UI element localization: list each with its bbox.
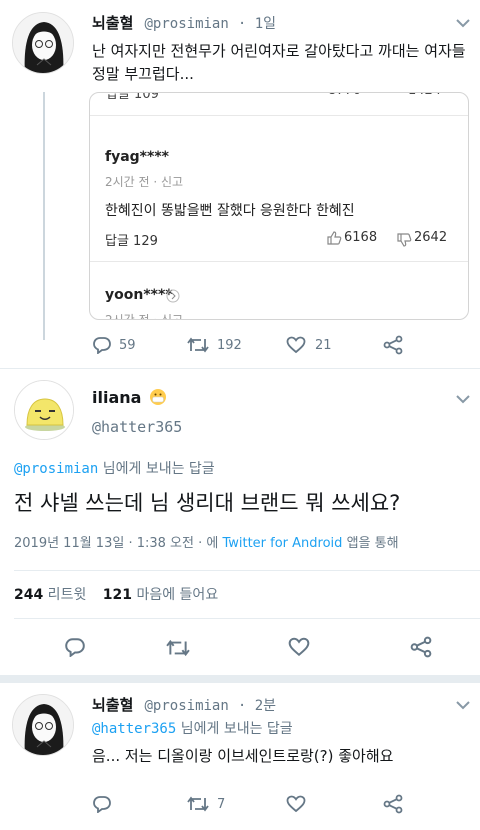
share-icon[interactable] xyxy=(383,335,403,355)
author-handle[interactable]: @prosimian xyxy=(145,698,229,714)
comment-divider xyxy=(90,115,468,116)
tweet-text: 음... 저는 디올이랑 이브세인트로랑(?) 좋아해요 xyxy=(92,747,394,765)
reply-icon[interactable] xyxy=(64,637,86,657)
avatar-illustration xyxy=(13,13,73,73)
heart-icon[interactable] xyxy=(288,637,310,657)
tweet-text-line: 난 여자지만 전현무가 어린여자로 갈아탔다고 까대는 여자들 xyxy=(92,42,466,60)
reply-count-cut: 답글 109 xyxy=(106,92,159,102)
chevron-down-icon[interactable] xyxy=(454,392,472,406)
avatar-illustration xyxy=(15,381,73,439)
thread-line xyxy=(43,92,45,340)
share-icon[interactable] xyxy=(410,636,432,658)
reply-to-link[interactable]: @hatter365 xyxy=(92,721,176,737)
retweet-icon[interactable] xyxy=(187,796,209,812)
divider xyxy=(0,368,480,369)
comment-user: yoon**** xyxy=(105,287,173,303)
engagement-stats: 244 리트윗 121 마음에 들어요 xyxy=(14,584,218,604)
reply-context: @prosimian 님에게 보내는 답글 xyxy=(14,461,215,477)
comment-meta: 2시간 전 · 신고 xyxy=(105,175,184,189)
tweet-time[interactable]: · 2분 xyxy=(238,698,276,714)
like-count: 21 xyxy=(315,338,332,353)
retweets-stat[interactable]: 244 리트윗 xyxy=(14,587,86,603)
comment-meta: 2시간 전 · 신고 xyxy=(105,313,184,320)
reply-icon[interactable] xyxy=(92,795,112,813)
heart-icon[interactable] xyxy=(286,795,306,813)
avatar[interactable] xyxy=(12,12,74,74)
reply-icon[interactable] xyxy=(92,336,112,354)
dislike-count-cut: 1424 xyxy=(408,93,441,98)
tweet-text-line: 정말 부끄럽다... xyxy=(92,65,194,83)
retweet-count: 192 xyxy=(217,338,242,353)
section-divider xyxy=(0,675,480,683)
thumbs-up-icon xyxy=(327,231,342,245)
heart-icon[interactable] xyxy=(286,336,306,354)
thumbs-down-icon xyxy=(397,233,412,247)
tweet-meta: 2019년 11월 13일 · 1:38 오전 · 에 Twitter for … xyxy=(14,536,399,551)
avatar[interactable] xyxy=(12,694,74,756)
chevron-down-icon[interactable] xyxy=(454,16,472,30)
chevron-right-icon xyxy=(166,289,180,303)
retweet-icon[interactable] xyxy=(187,337,209,353)
retweet-count: 7 xyxy=(217,797,226,812)
source-app-link[interactable]: Twitter for Android xyxy=(222,536,342,551)
comment-dislike-count: 2642 xyxy=(414,230,448,245)
mask-emoji-icon xyxy=(149,389,166,405)
reply-count: 59 xyxy=(119,338,136,353)
comment-reply-count: 답글 129 xyxy=(105,234,158,249)
share-icon[interactable] xyxy=(383,794,403,814)
author-handle[interactable]: @hatter365 xyxy=(92,418,182,436)
tweet-text: 전 샤넬 쓰는데 님 생리대 브랜드 뭐 쓰세요? xyxy=(14,491,401,515)
avatar-illustration xyxy=(13,695,73,755)
divider xyxy=(14,570,480,571)
comment-user: fyag**** xyxy=(105,149,169,165)
comment-like-count: 6168 xyxy=(344,230,378,245)
likes-stat[interactable]: 121 마음에 들어요 xyxy=(103,587,218,603)
tweet-time[interactable]: · 1일 xyxy=(238,16,276,32)
author-name[interactable]: iliana xyxy=(92,388,141,407)
avatar[interactable] xyxy=(14,380,74,440)
author-name[interactable]: 뇌출혈 xyxy=(92,14,133,32)
reply-to-link[interactable]: @prosimian xyxy=(14,461,98,477)
comment-text: 한혜진이 똥밟을뻔 잘했다 응원한다 한혜진 xyxy=(105,203,355,219)
author-handle[interactable]: @prosimian xyxy=(145,16,229,32)
chevron-down-icon[interactable] xyxy=(454,698,472,712)
comment-divider xyxy=(90,261,468,262)
like-count-cut: 8770 xyxy=(328,93,361,98)
divider xyxy=(14,618,480,619)
author-name[interactable]: 뇌출혈 xyxy=(92,696,133,714)
embedded-image[interactable]: 답글 109 8770 1424 fyag**** 2시간 전 · 신고 한혜진… xyxy=(89,92,469,320)
retweet-icon[interactable] xyxy=(166,639,190,657)
reply-context: @hatter365 님에게 보내는 답글 xyxy=(92,721,293,737)
